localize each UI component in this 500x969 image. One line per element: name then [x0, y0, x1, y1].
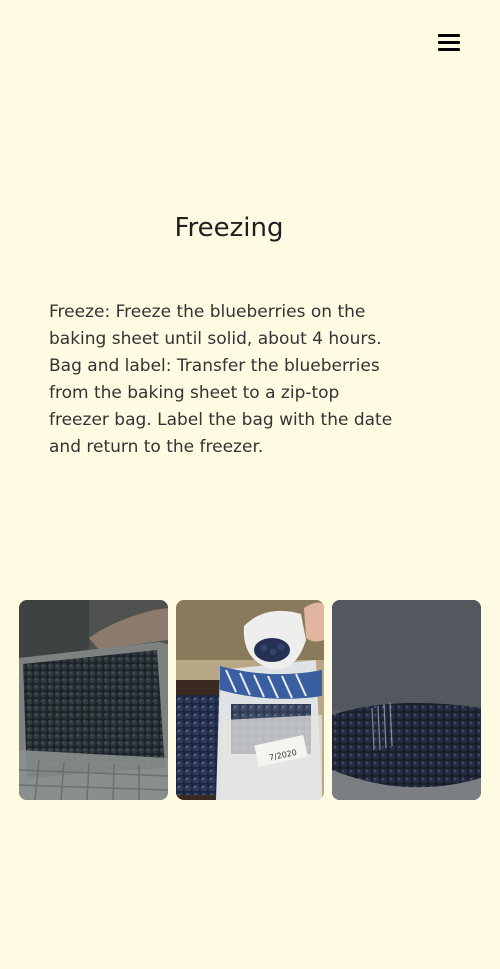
photo-blueberries-on-baking-sheet[interactable] [19, 600, 168, 800]
body-line: freezer bag. Label the bag with the date [49, 410, 393, 430]
body-line: and return to the freezer. [49, 437, 264, 457]
page-title: Freezing [174, 213, 284, 243]
body-line: Freeze: Freeze the blueberries on the [49, 302, 366, 322]
menu-button[interactable] [432, 28, 466, 58]
section-body: Freeze: Freeze the blueberries on the ba… [49, 299, 424, 461]
pouring-blueberries-image: 7/2020 [176, 600, 324, 800]
body-line: from the baking sheet to a zip-top [49, 383, 340, 403]
body-line: baking sheet until solid, about 4 hours. [49, 329, 382, 349]
photo-gallery: 7/2020 [19, 600, 481, 800]
photo-frozen-blueberries-in-bowl[interactable] [332, 600, 481, 800]
hamburger-menu-icon [438, 34, 460, 37]
hamburger-menu-icon-middle [438, 41, 460, 44]
frozen-blueberries-image [332, 600, 481, 800]
photo-pouring-blueberries-into-bag[interactable]: 7/2020 [176, 600, 324, 800]
blueberries-on-sheet-image [19, 600, 168, 800]
hamburger-menu-icon-bottom [438, 48, 460, 51]
body-line: Bag and label: Transfer the blueberries [49, 356, 380, 376]
